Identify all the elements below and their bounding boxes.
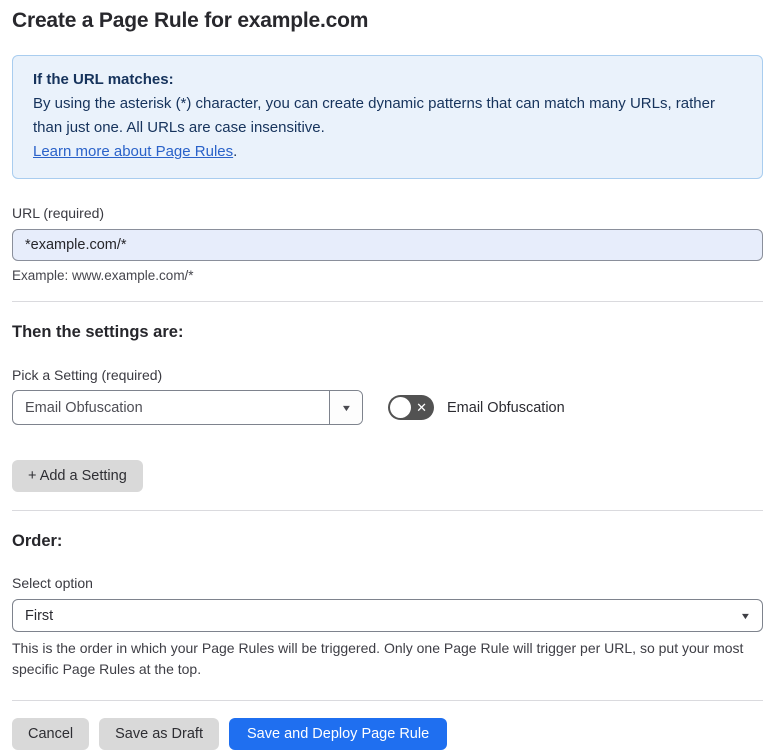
url-match-info-callout: If the URL matches: By using the asteris… <box>12 55 763 179</box>
chevron-down-icon: ▼ <box>739 610 752 621</box>
link-period: . <box>233 143 238 160</box>
setting-row: Email Obfuscation ▼ ✕ Email Obfuscation <box>12 390 763 425</box>
divider <box>12 510 763 511</box>
toggle-label: Email Obfuscation <box>447 399 565 416</box>
footer-actions: Cancel Save as Draft Save and Deploy Pag… <box>12 718 763 750</box>
save-draft-button[interactable]: Save as Draft <box>99 718 219 750</box>
order-select[interactable]: First ▼ <box>12 599 763 632</box>
cancel-button[interactable]: Cancel <box>12 718 90 750</box>
divider <box>12 301 763 302</box>
url-field-label: URL (required) <box>12 205 105 221</box>
toggle-off-x-icon: ✕ <box>416 399 427 415</box>
setting-dropdown-value: Email Obfuscation <box>25 399 143 416</box>
order-helper-text: This is the order in which your Page Rul… <box>12 640 744 677</box>
order-select-label: Select option <box>12 575 93 591</box>
info-callout-body: By using the asterisk (*) character, you… <box>33 95 715 136</box>
page-rule-form: Create a Page Rule for example.com If th… <box>0 9 775 750</box>
setting-dropdown-arrow-button[interactable]: ▼ <box>329 391 362 424</box>
info-callout-heading: If the URL matches: <box>33 71 174 88</box>
toggle-knob <box>390 397 411 418</box>
setting-dropdown[interactable]: Email Obfuscation ▼ <box>12 390 363 425</box>
pick-setting-label: Pick a Setting (required) <box>12 367 163 383</box>
info-callout-link-line: Learn more about Page Rules. <box>33 140 742 164</box>
email-obfuscation-toggle[interactable]: ✕ <box>388 395 434 420</box>
learn-more-link[interactable]: Learn more about Page Rules <box>33 143 233 160</box>
divider <box>12 700 763 701</box>
url-input[interactable] <box>12 229 763 261</box>
url-example-helper: Example: www.example.com/* <box>12 268 194 283</box>
order-section-heading: Order: <box>12 532 63 550</box>
email-obfuscation-toggle-group: ✕ Email Obfuscation <box>388 395 565 420</box>
order-select-value: First <box>25 607 54 624</box>
add-setting-button[interactable]: + Add a Setting <box>12 460 143 492</box>
chevron-down-icon: ▼ <box>340 402 352 413</box>
settings-section-heading: Then the settings are: <box>12 323 184 341</box>
page-title: Create a Page Rule for example.com <box>12 9 369 32</box>
save-deploy-button[interactable]: Save and Deploy Page Rule <box>228 718 448 750</box>
